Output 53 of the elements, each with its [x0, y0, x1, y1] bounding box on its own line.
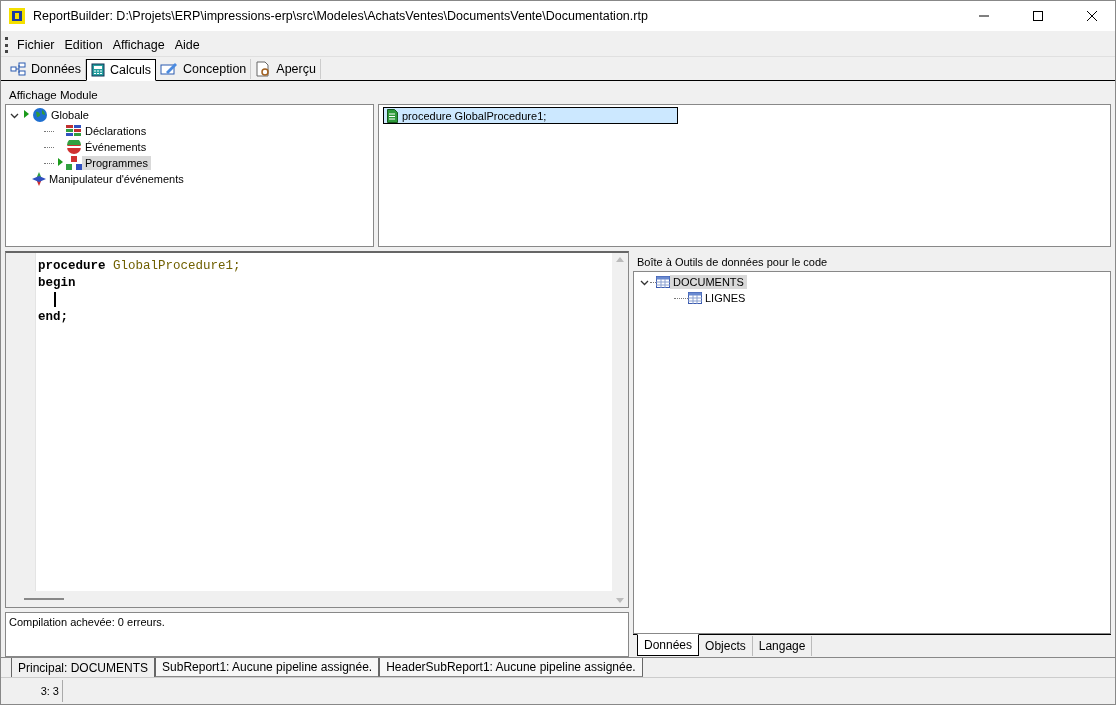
document-icon [387, 108, 398, 123]
scroll-down-icon[interactable] [616, 598, 624, 603]
close-icon [1087, 11, 1097, 21]
calculator-icon [91, 63, 106, 77]
grid-icon [66, 125, 82, 137]
text-cursor [54, 292, 56, 307]
menu-item[interactable]: Edition [59, 35, 108, 54]
compass-icon [32, 172, 46, 186]
procedure-item[interactable]: procedure GlobalProcedure1; [383, 107, 678, 124]
tab[interactable]: Langage [752, 636, 813, 656]
tree-item[interactable]: Événements [82, 140, 150, 154]
section-title: Affichage Module [8, 88, 99, 103]
table-icon [656, 276, 670, 288]
code-token: begin [38, 275, 76, 290]
menu-item[interactable]: Affichage [107, 35, 170, 54]
triangle-marker-icon [22, 109, 30, 119]
tree-item[interactable]: DOCUMENTS [670, 275, 747, 289]
chevron-down-icon[interactable] [639, 280, 649, 286]
tree-item[interactable]: Globale [48, 108, 92, 122]
tab[interactable]: Aperçu [251, 59, 321, 79]
section-title: Boîte à Outils de données pour le code [636, 255, 829, 270]
code-token: GlobalProcedure1; [113, 258, 241, 273]
code-token: procedure [38, 258, 106, 273]
app-logo-icon [9, 8, 25, 24]
globe-icon [32, 107, 48, 123]
code-token: end; [38, 309, 68, 324]
window-title: ReportBuilder: D:\Projets\ERP\impressions-erp\src\Modeles\AchatsVentes\DocumentsVente\Documentation.rtp [33, 9, 649, 23]
report-tab[interactable]: HeaderSubReport1: Aucune pipeline assignée. [379, 658, 643, 677]
menu-item[interactable]: Aide [169, 35, 205, 54]
striped-ball-icon [66, 140, 82, 154]
tab[interactable]: Données [637, 634, 700, 656]
report-tab[interactable]: Principal: DOCUMENTS [11, 658, 156, 677]
tab[interactable]: Conception [156, 59, 252, 79]
menu-item[interactable]: Fichier [12, 35, 60, 54]
compile-message: Compilation achevée: 0 erreurs. [5, 612, 629, 657]
chevron-down-icon[interactable] [9, 113, 19, 119]
tab[interactable]: Objects [699, 636, 753, 656]
blocks-icon [66, 156, 82, 170]
scroll-up-icon[interactable] [616, 257, 624, 262]
report-tab[interactable]: SubReport1: Aucune pipeline assignée. [155, 658, 380, 677]
table-link-icon [10, 62, 26, 76]
tree-item[interactable]: Déclarations [82, 124, 150, 138]
maximize-icon [1033, 11, 1043, 21]
vertical-scrollbar[interactable] [612, 253, 628, 607]
tab[interactable]: Calculs [86, 59, 157, 81]
tree-item[interactable]: Manipulateur d'événements [46, 172, 187, 186]
cursor-position: 3: 3 [1, 680, 63, 702]
tree-item[interactable]: LIGNES [702, 291, 749, 305]
triangle-marker-icon [56, 157, 64, 167]
table-icon [688, 292, 702, 304]
tree-item[interactable]: Programmes [82, 156, 151, 170]
page-magnifier-icon [255, 61, 272, 77]
pencil-form-icon [160, 62, 179, 76]
